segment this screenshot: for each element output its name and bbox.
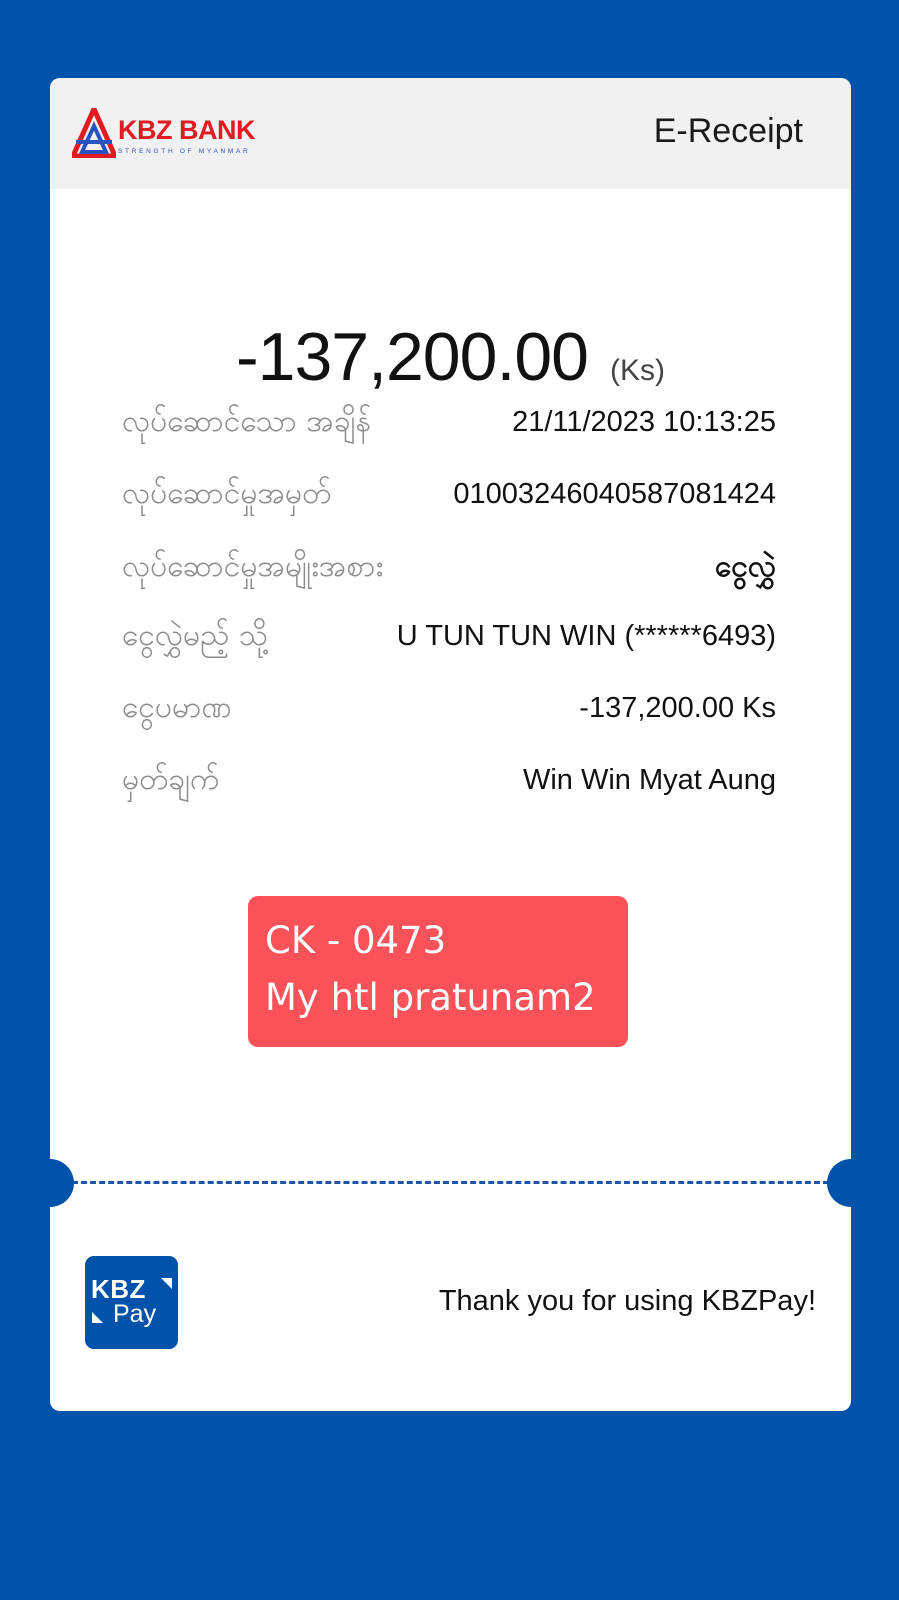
detail-value: ငွေလွှဲ bbox=[714, 549, 776, 584]
ticket-notch-right bbox=[827, 1159, 851, 1207]
detail-value: -137,200.00 Ks bbox=[579, 692, 776, 724]
kbz-bank-logo: KBZ BANK STRENGTH OF MYANMAR bbox=[72, 108, 282, 160]
ticket-notch-left bbox=[50, 1159, 74, 1207]
detail-label: မှတ်ချက် bbox=[122, 762, 220, 797]
note-line-1: CK - 0473 bbox=[265, 919, 447, 962]
amount-value: -137,200.00 bbox=[236, 319, 589, 395]
dashed-divider bbox=[72, 1181, 829, 1184]
note-line-2: My htl pratunam2 bbox=[265, 976, 596, 1019]
detail-row-note: မှတ်ချက် Win Win Myat Aung bbox=[122, 755, 776, 805]
corner-triangle-icon bbox=[92, 1312, 103, 1323]
detail-label: ငွေလွှဲမည့် သို့ bbox=[122, 618, 268, 653]
detail-label: လုပ်ဆောင်သော အချိန် bbox=[122, 404, 372, 439]
detail-row-transaction-time: လုပ်ဆောင်သော အချိန် 21/11/2023 10:13:25 bbox=[122, 397, 776, 447]
kbzpay-logo-pay: Pay bbox=[113, 1300, 157, 1328]
logo-tagline: STRENGTH OF MYANMAR bbox=[118, 148, 251, 155]
e-receipt-card: KBZ BANK STRENGTH OF MYANMAR E-Receipt -… bbox=[50, 78, 851, 1411]
receipt-header: KBZ BANK STRENGTH OF MYANMAR E-Receipt bbox=[50, 78, 851, 189]
corner-triangle-icon bbox=[161, 1278, 172, 1289]
detail-label: ငွေပမာဏ bbox=[122, 690, 232, 725]
kbzpay-logo: KBZ Pay bbox=[85, 1256, 178, 1349]
detail-value: 21/11/2023 10:13:25 bbox=[512, 406, 776, 438]
note-sticker: CK - 0473 My htl pratunam2 bbox=[248, 896, 628, 1047]
detail-value: U TUN TUN WIN (******6493) bbox=[396, 620, 776, 652]
detail-row-transaction-id: လုပ်ဆောင်မှုအမှတ် 01003246040587081424 bbox=[122, 469, 776, 519]
thank-you-message: Thank you for using KBZPay! bbox=[438, 1285, 816, 1317]
detail-label: လုပ်ဆောင်မှုအမျိုးအစား bbox=[122, 549, 384, 584]
detail-label: လုပ်ဆောင်မှုအမှတ် bbox=[122, 476, 332, 511]
kbz-triangle-icon bbox=[72, 108, 116, 158]
logo-name: KBZ BANK bbox=[118, 115, 256, 145]
amount-unit: (Ks) bbox=[609, 354, 665, 387]
amount-display: -137,200.00 (Ks) bbox=[50, 318, 851, 396]
receipt-title: E-Receipt bbox=[653, 112, 803, 150]
detail-row-transaction-type: လုပ်ဆောင်မှုအမျိုးအစား ငွေလွှဲ bbox=[122, 542, 776, 592]
detail-value: 01003246040587081424 bbox=[453, 478, 776, 510]
detail-row-recipient: ငွေလွှဲမည့် သို့ U TUN TUN WIN (******64… bbox=[122, 611, 776, 661]
detail-row-amount: ငွေပမာဏ -137,200.00 Ks bbox=[122, 683, 776, 733]
detail-value: Win Win Myat Aung bbox=[522, 764, 776, 796]
